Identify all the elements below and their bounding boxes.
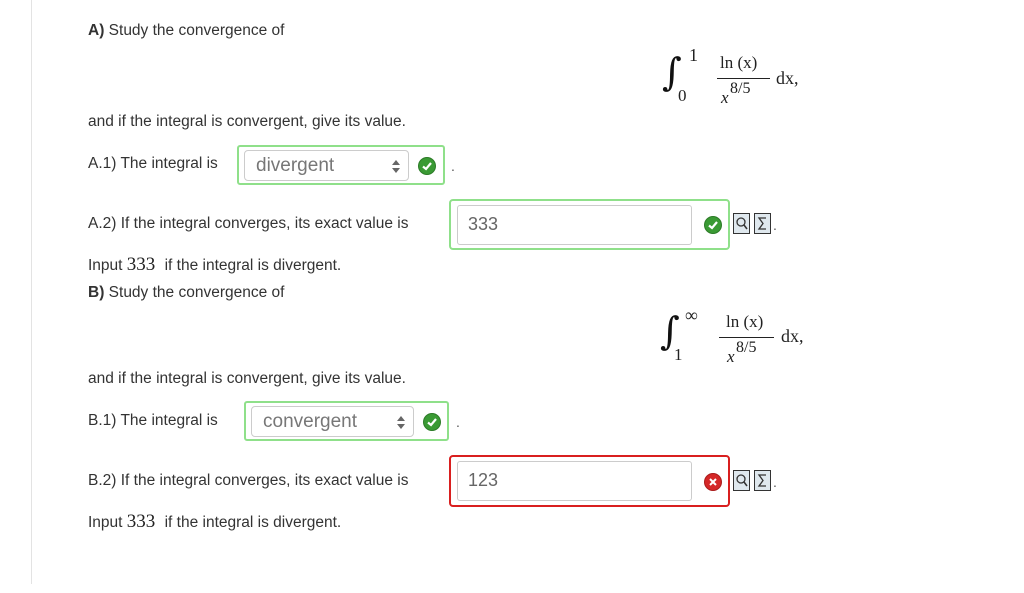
equation-editor-icon[interactable] (754, 470, 771, 491)
select-arrows-icon (397, 416, 405, 430)
a2-label: A.2) If the integral converges, its exac… (88, 215, 409, 232)
a2-input[interactable]: 333 (457, 205, 692, 245)
integral-upper-limit: ∞ (685, 305, 698, 325)
part-a-heading-text: Study the convergence of (108, 22, 285, 39)
integral-lower-limit: 0 (678, 86, 687, 105)
part-b-label: B) (88, 284, 105, 301)
b1-label: B.1) The integral is (88, 412, 218, 429)
part-b-heading-text: Study the convergence of (108, 284, 285, 301)
fraction-bar (719, 337, 774, 338)
note-suffix: if the integral is divergent. (164, 514, 342, 531)
part-b-instruction: and if the integral is convergent, give … (88, 370, 406, 387)
integral-lower-limit: 1 (674, 345, 683, 364)
note-number: 333 (126, 254, 156, 275)
denominator-exponent: 8/5 (730, 80, 751, 97)
b1-select-value: convergent (263, 411, 358, 432)
note-number: 333 (126, 511, 156, 532)
preview-icon[interactable] (733, 470, 750, 491)
b2-label: B.2) If the integral converges, its exac… (88, 472, 409, 489)
denominator-base: x (721, 88, 729, 107)
part-b-divergent-note: Input 333 if the integral is divergent. (88, 511, 341, 533)
check-icon (423, 413, 441, 431)
integral-upper-limit: 1 (689, 45, 698, 65)
denominator-exponent: 8/5 (736, 339, 757, 356)
b2-period: . (773, 474, 777, 490)
b2-input[interactable]: 123 (457, 461, 692, 501)
left-divider (31, 0, 32, 584)
check-icon (704, 216, 722, 234)
integral-differential: dx, (776, 68, 799, 88)
part-a-heading: A) Study the convergence of (88, 22, 284, 40)
a1-period: . (451, 158, 455, 174)
check-icon (418, 157, 436, 175)
b1-period: . (456, 414, 460, 430)
b2-answer-box: 123 (449, 455, 730, 507)
part-a-divergent-note: Input 333 if the integral is divergent. (88, 254, 341, 276)
fraction-bar (717, 78, 770, 79)
denominator-base: x (727, 347, 735, 366)
part-b-heading: B) Study the convergence of (88, 284, 284, 302)
b1-select[interactable]: convergent (251, 406, 414, 437)
integral-differential: dx, (781, 326, 804, 346)
a1-select-value: divergent (256, 155, 335, 176)
note-suffix: if the integral is divergent. (164, 257, 342, 274)
integrand-numerator: ln (x) (726, 312, 764, 331)
select-arrows-icon (392, 160, 400, 174)
integrand-numerator: ln (x) (720, 53, 758, 72)
part-a-instruction: and if the integral is convergent, give … (88, 113, 406, 130)
a1-select[interactable]: divergent (244, 150, 409, 181)
equation-editor-icon[interactable] (754, 213, 771, 234)
a2-period: . (773, 217, 777, 233)
b1-answer-box: convergent (244, 401, 449, 441)
a2-answer-box: 333 (449, 199, 730, 250)
preview-icon[interactable] (733, 213, 750, 234)
part-a-label: A) (88, 22, 105, 39)
cross-icon (704, 473, 722, 491)
note-prefix: Input (88, 514, 123, 531)
a1-label: A.1) The integral is (88, 155, 218, 172)
note-prefix: Input (88, 257, 123, 274)
a1-answer-box: divergent (237, 145, 445, 185)
